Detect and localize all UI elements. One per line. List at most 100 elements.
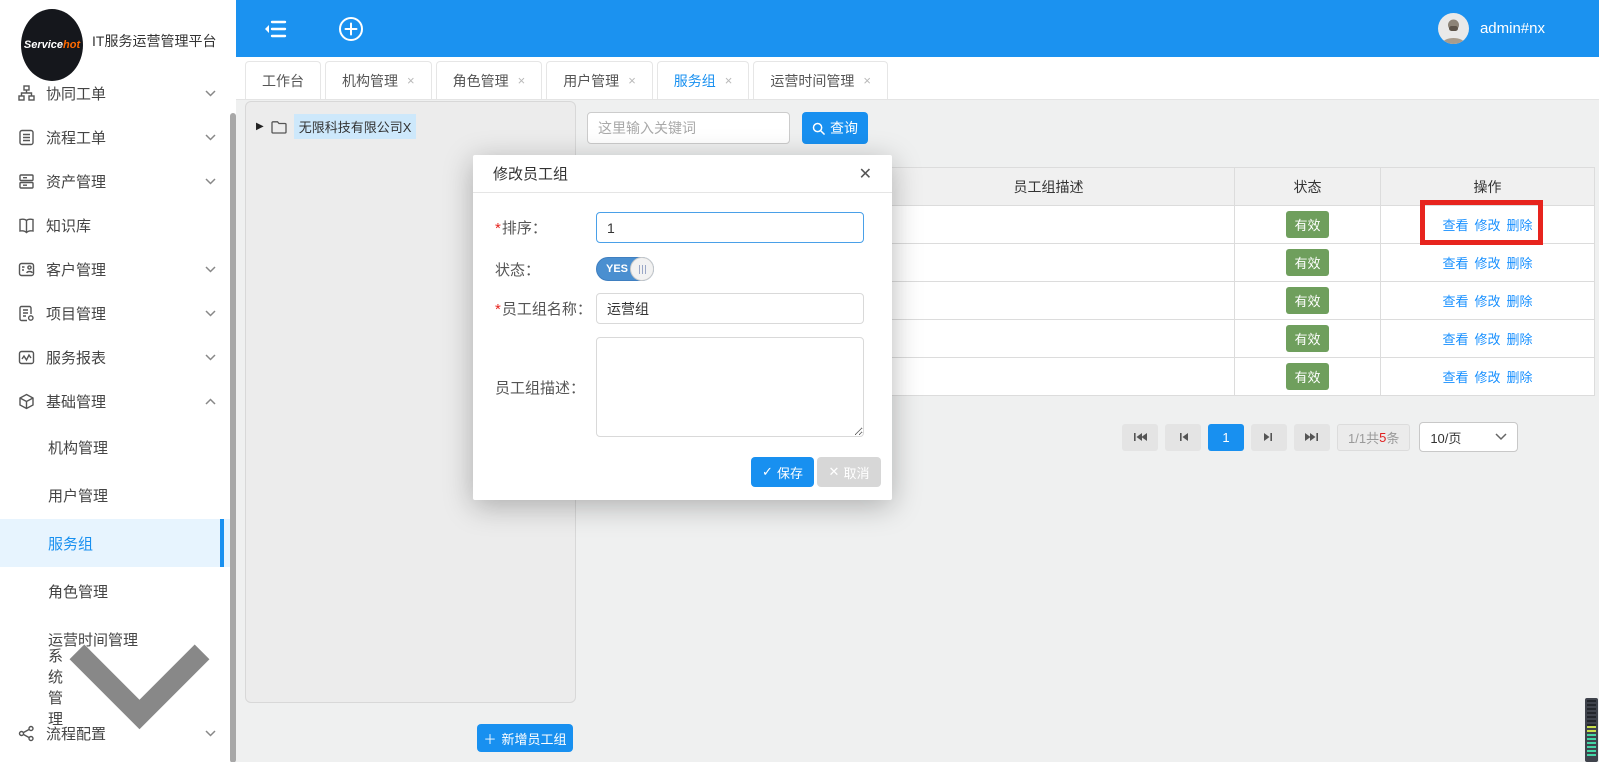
col-desc: 员工组描述 (863, 168, 1235, 206)
add-circle-icon[interactable] (336, 14, 366, 44)
save-button[interactable]: ✓保存 (751, 457, 814, 487)
close-icon[interactable]: × (407, 73, 415, 88)
cube-icon (18, 393, 35, 410)
status-badge: 有效 (1286, 287, 1328, 314)
desc-label: 员工组描述： (495, 377, 596, 398)
sidebar-item-flow-ticket[interactable]: 流程工单 (0, 115, 230, 159)
edit-link[interactable]: 修改 (1474, 332, 1500, 347)
sidebar-item-customer-mgmt[interactable]: 客户管理 (0, 247, 230, 291)
view-link[interactable]: 查看 (1442, 370, 1468, 385)
group-desc-textarea[interactable] (596, 337, 864, 437)
check-icon: ✓ (762, 464, 773, 480)
status-toggle[interactable]: YES (596, 257, 654, 281)
search-input[interactable] (587, 112, 790, 144)
sidebar-subitem-system-mgmt[interactable]: 系统管理 (0, 663, 230, 711)
view-link[interactable]: 查看 (1442, 256, 1468, 271)
contact-card-icon (18, 261, 35, 278)
view-link[interactable]: 查看 (1442, 332, 1468, 347)
delete-link[interactable]: 删除 (1507, 294, 1533, 309)
toggle-knob[interactable] (630, 257, 654, 281)
cancel-button[interactable]: ✕取消 (817, 457, 881, 487)
add-staff-group-button[interactable]: ＋ 新增员工组 (477, 724, 573, 752)
delete-link[interactable]: 删除 (1507, 370, 1533, 385)
prev-page-icon (1176, 432, 1190, 442)
sidebar-item-service-report[interactable]: 服务报表 (0, 335, 230, 379)
close-icon[interactable]: × (628, 73, 636, 88)
tab-role-mgmt[interactable]: 角色管理× (436, 61, 543, 99)
modal-header: 修改员工组 ✕ (473, 155, 892, 193)
tab-optime-mgmt[interactable]: 运营时间管理× (753, 61, 888, 99)
edit-staff-group-modal: 修改员工组 ✕ *排序： 状态： YES *员工组名称： 员工组描述： ✓保存 … (473, 155, 892, 500)
sidebar-menu: 协同工单 流程工单 资产管理 知识库 客户管理 项目管理 (0, 71, 230, 755)
next-page-icon (1262, 432, 1276, 442)
sort-input[interactable] (596, 212, 864, 243)
delete-link[interactable]: 删除 (1507, 332, 1533, 347)
edit-link[interactable]: 修改 (1474, 218, 1500, 233)
sidebar-item-knowledge-base[interactable]: 知识库 (0, 203, 230, 247)
delete-link[interactable]: 删除 (1507, 218, 1533, 233)
chevron-down-icon (205, 178, 216, 185)
last-page-button[interactable] (1294, 424, 1330, 451)
delete-link[interactable]: 删除 (1507, 256, 1533, 271)
last-page-icon (1305, 432, 1319, 442)
status-field-row: 状态： YES (495, 257, 864, 281)
tab-org-mgmt[interactable]: 机构管理× (325, 61, 432, 99)
edit-link[interactable]: 修改 (1474, 294, 1500, 309)
sidebar: Servicehot IT服务运营管理平台 协同工单 流程工单 资产管理 知识库… (0, 0, 236, 762)
col-actions: 操作 (1381, 168, 1595, 206)
modal-close-icon[interactable]: ✕ (859, 164, 872, 184)
page-info: 1/1共5条 (1337, 424, 1410, 451)
chevron-down-icon (205, 310, 216, 317)
server-icon (18, 173, 35, 190)
edit-link[interactable]: 修改 (1474, 370, 1500, 385)
status-badge: 有效 (1286, 249, 1328, 276)
tab-workbench[interactable]: 工作台 (245, 61, 321, 99)
search-icon (812, 122, 825, 135)
user-menu[interactable]: admin#nx (1438, 0, 1545, 57)
tab-service-group[interactable]: 服务组× (657, 61, 750, 99)
collapse-menu-icon[interactable] (262, 14, 292, 44)
edit-link[interactable]: 修改 (1474, 256, 1500, 271)
chevron-down-icon (205, 134, 216, 141)
sidebar-scrollbar[interactable] (230, 113, 236, 762)
pagination: 1 1/1共5条 10/页 (1122, 422, 1518, 452)
chart-icon (18, 349, 35, 366)
group-name-input[interactable] (596, 293, 864, 324)
sidebar-subitem-org-mgmt[interactable]: 机构管理 (0, 423, 230, 471)
chevron-down-icon (63, 638, 216, 735)
status-badge: 有效 (1286, 363, 1328, 390)
view-link[interactable]: 查看 (1442, 218, 1468, 233)
sidebar-item-project-mgmt[interactable]: 项目管理 (0, 291, 230, 335)
page-size-select[interactable]: 10/页 (1419, 422, 1518, 452)
plus-icon: ＋ (483, 729, 496, 748)
sidebar-item-asset-mgmt[interactable]: 资产管理 (0, 159, 230, 203)
avatar (1438, 13, 1469, 44)
col-status: 状态 (1235, 168, 1381, 206)
caret-right-icon[interactable]: ▶ (256, 121, 264, 132)
total-count: 5 (1379, 430, 1386, 445)
current-page-button[interactable]: 1 (1208, 424, 1244, 451)
sidebar-subitem-service-group[interactable]: 服务组 (0, 519, 230, 567)
close-icon[interactable]: × (725, 73, 733, 88)
status-badge: 有效 (1286, 325, 1328, 352)
next-page-button[interactable] (1251, 424, 1287, 451)
sort-field-row: *排序： (495, 212, 864, 243)
tree-node-company[interactable]: ▶ 无限科技有限公司X (256, 114, 565, 139)
open-tabs-bar: 工作台 机构管理× 角色管理× 用户管理× 服务组× 运营时间管理× (236, 57, 1599, 100)
sidebar-subitem-user-mgmt[interactable]: 用户管理 (0, 471, 230, 519)
view-link[interactable]: 查看 (1442, 294, 1468, 309)
sidebar-item-base-mgmt[interactable]: 基础管理 (0, 379, 230, 423)
document-lines-icon (18, 129, 35, 146)
close-icon[interactable]: × (518, 73, 526, 88)
tab-user-mgmt[interactable]: 用户管理× (546, 61, 653, 99)
share-nodes-icon (18, 725, 35, 742)
first-page-button[interactable] (1122, 424, 1158, 451)
sidebar-subitem-role-mgmt[interactable]: 角色管理 (0, 567, 230, 615)
logo-text: Servicehot (24, 39, 80, 51)
search-button[interactable]: 查询 (802, 112, 868, 144)
prev-page-button[interactable] (1165, 424, 1201, 451)
sort-label: 排序： (502, 220, 547, 237)
close-icon[interactable]: × (863, 73, 871, 88)
sidebar-item-collab-ticket[interactable]: 协同工单 (0, 71, 230, 115)
chevron-up-icon (205, 398, 216, 405)
